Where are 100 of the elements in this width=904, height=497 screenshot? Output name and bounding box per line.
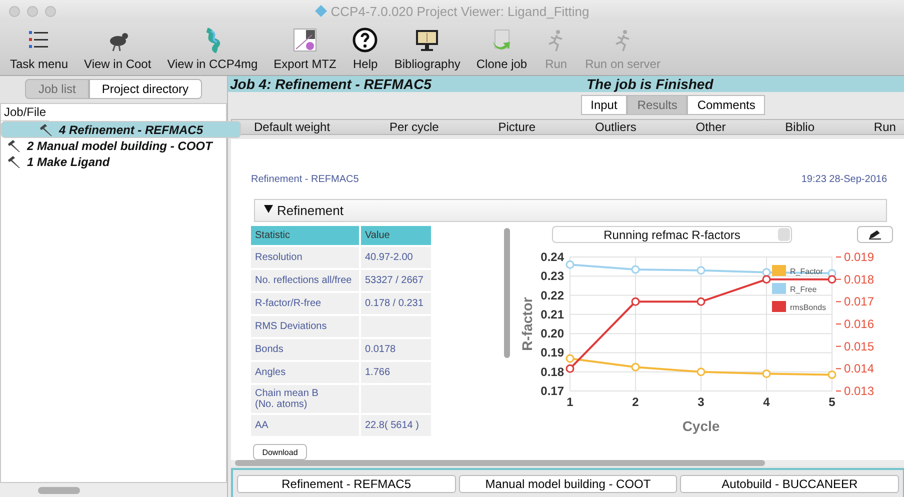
toolbar-button[interactable]: Clone job xyxy=(468,27,536,71)
tab[interactable]: Run xyxy=(874,120,896,134)
table-cell: R-factor/R-free xyxy=(251,293,359,314)
data-point xyxy=(828,370,836,379)
graph-dropdown[interactable]: Running refmac R-factors xyxy=(552,226,792,243)
table-cell: 40.97-2.00 xyxy=(361,247,431,268)
scrollbar-thumb[interactable] xyxy=(38,486,80,494)
axis-tick-label: 0.24 xyxy=(540,250,564,264)
y2-tick-label: 0.014 xyxy=(844,362,874,376)
scrollbar-thumb[interactable] xyxy=(235,460,765,466)
chart-icon xyxy=(292,27,318,53)
toolbar-button[interactable]: Export MTZ xyxy=(266,27,344,71)
data-point xyxy=(762,268,771,277)
tab[interactable]: Input xyxy=(580,95,628,115)
y2-tick-label: 0.013 xyxy=(844,384,874,398)
job-button[interactable]: Manual model building - COOT xyxy=(458,475,678,493)
table-cell: AA xyxy=(251,415,359,436)
hammer-icon xyxy=(7,156,21,168)
table-cell: 0.0178 xyxy=(361,339,431,360)
toolbar-button[interactable]: Bibliography xyxy=(386,27,468,71)
tab[interactable]: Other xyxy=(696,120,726,134)
axis-tick-label: 0.22 xyxy=(540,288,564,302)
axis-tick-label: 0.19 xyxy=(540,346,564,360)
y2-tick-label: 0.015 xyxy=(844,339,874,354)
axis-title: R-factor xyxy=(519,297,535,351)
hammer-icon xyxy=(7,140,21,152)
data-point xyxy=(631,297,640,306)
job-status: The job is Finished xyxy=(586,76,714,92)
job-item[interactable]: 2 Manual model building - COOT xyxy=(1,138,226,154)
axis-title: Cycle xyxy=(682,418,720,434)
data-point xyxy=(631,265,640,274)
axis-tick-label: 0.23 xyxy=(540,269,564,284)
job-button[interactable]: Refinement - REFMAC5 xyxy=(237,475,456,493)
job-button[interactable]: Autobuild - BUCCANEER xyxy=(680,475,900,493)
export-button[interactable] xyxy=(857,226,893,243)
toolbar-button[interactable]: Help xyxy=(344,27,386,71)
data-point xyxy=(696,297,706,306)
table-cell: 53327 / 2667 xyxy=(361,270,431,291)
y2-tick-label: 0.016 xyxy=(844,317,874,331)
y2-tick-label: 0.019 xyxy=(844,250,874,264)
legend-label: R_Factor xyxy=(790,267,823,276)
tab[interactable]: Biblio xyxy=(785,120,815,134)
table-cell: Resolution xyxy=(251,247,359,268)
pencil-icon xyxy=(868,230,882,240)
section-header[interactable]: Refinement xyxy=(254,199,887,222)
axis-tick-label: 0.016 xyxy=(836,317,874,331)
column-header: Statistic xyxy=(251,226,359,245)
window-control[interactable] xyxy=(27,6,38,16)
table-cell: Chain mean B (No. atoms) xyxy=(251,385,359,413)
tab[interactable]: Comments xyxy=(687,95,766,115)
column-header: Value xyxy=(361,226,431,245)
legend-label: rmsBonds xyxy=(790,303,826,312)
job-item[interactable]: 4 Refinement - REFMAC5 xyxy=(1,121,241,138)
download-button[interactable]: Download xyxy=(253,444,307,460)
axis-tick-label: 5 xyxy=(828,395,836,409)
hammer-icon xyxy=(38,124,53,136)
tab[interactable]: Picture xyxy=(498,120,536,134)
tab[interactable]: Per cycle xyxy=(389,120,439,134)
toolbar-button[interactable]: View in CCP4mg xyxy=(159,27,266,71)
axis-tick-label: 3 xyxy=(698,395,704,409)
table-cell: No. reflections all/free xyxy=(251,270,359,291)
axis-tick-label: 0.20 xyxy=(540,326,564,341)
axis-tick-label: 0.015 xyxy=(836,339,874,354)
axis-tick-label: 0.017 xyxy=(836,294,874,309)
y2-tick-label: 0.018 xyxy=(844,272,874,286)
table-cell: 1.766 xyxy=(361,362,431,383)
tab[interactable]: Default weight xyxy=(254,120,330,134)
job-item[interactable]: 1 Make Ligand xyxy=(1,154,226,170)
tab[interactable]: Project directory xyxy=(88,79,202,99)
scrollbar-thumb[interactable] xyxy=(504,228,510,358)
window-control[interactable] xyxy=(9,6,20,16)
axis-tick-label: 0.019 xyxy=(836,250,874,264)
window-control[interactable] xyxy=(45,6,56,16)
axis-tick-label: 2 xyxy=(632,395,639,409)
data-point xyxy=(631,362,640,372)
axis-tick-label: 4 xyxy=(763,395,770,409)
toolbar-button[interactable]: View in Coot xyxy=(76,27,160,71)
legend-label: R_Free xyxy=(790,285,817,294)
tab[interactable]: Outliers xyxy=(594,120,636,134)
data-point xyxy=(828,269,836,278)
window-title: CCP4-7.0.020 Project Viewer: Ligand_Fitting xyxy=(330,4,590,18)
axis-tick-label: 0.014 xyxy=(836,362,874,376)
section-title: Refinement xyxy=(277,203,344,218)
table-cell: Angles xyxy=(251,362,359,383)
toolbar-button[interactable]: Task menu xyxy=(2,27,76,71)
data-point xyxy=(828,275,836,284)
diamond-icon xyxy=(314,5,327,17)
data-point xyxy=(696,266,706,275)
data-point xyxy=(566,260,574,269)
data-point xyxy=(696,368,706,376)
table-cell: RMS Deviations xyxy=(251,316,359,337)
table-cell: 22.8( 5614 ) xyxy=(361,415,431,436)
table-cell: 0.178 / 0.231 xyxy=(361,293,431,314)
data-point xyxy=(762,370,771,378)
axis-tick-label: 0.21 xyxy=(540,307,564,322)
data-point xyxy=(566,364,574,373)
monitor-icon xyxy=(414,27,440,53)
y2-tick-label: 0.017 xyxy=(844,294,874,309)
axis-tick-label: 0.18 xyxy=(540,364,564,379)
axis-tick-label: 1 xyxy=(566,395,574,409)
